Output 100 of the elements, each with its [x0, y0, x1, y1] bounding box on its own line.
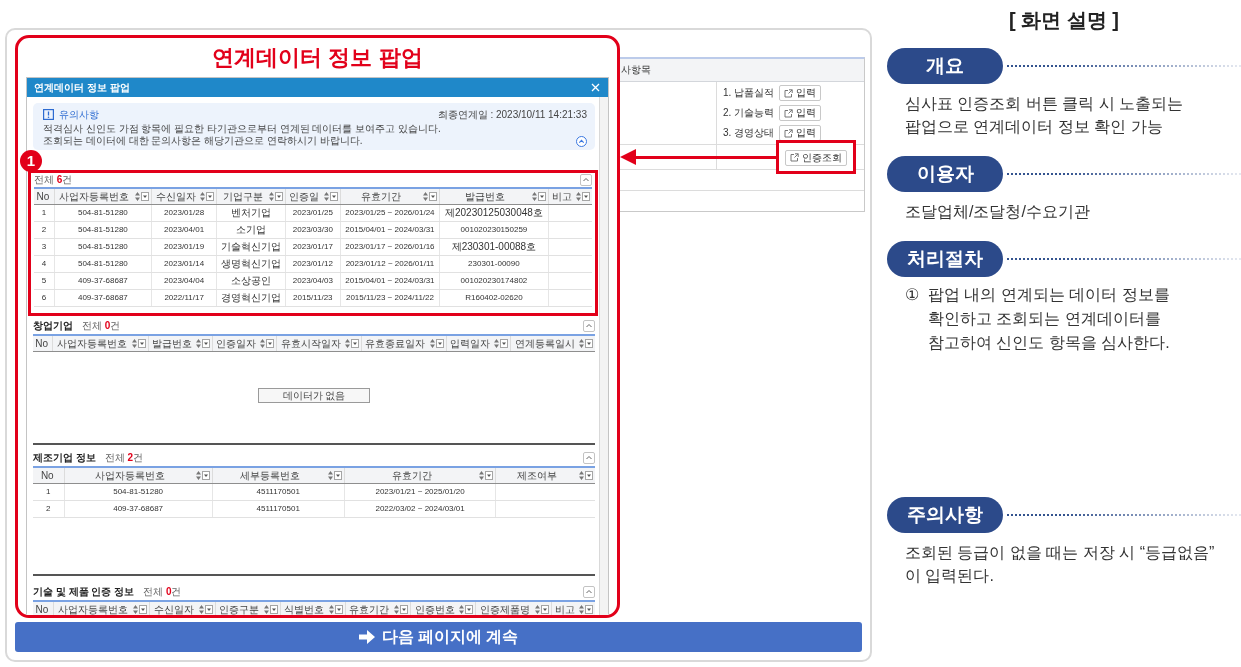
dropdown-icon[interactable]: [585, 471, 593, 480]
table-cell: 2015/11/23: [285, 289, 341, 307]
dropdown-icon[interactable]: [137, 339, 146, 348]
table-cell: 생명혁신기업: [216, 255, 286, 273]
dropdown-icon[interactable]: [201, 471, 210, 480]
sort-icon[interactable]: [576, 192, 581, 201]
dropdown-icon[interactable]: [201, 339, 210, 348]
step-text: 팝업 내의 연계되는 데이터 정보를 확인하고 조회되는 연계데이터를 참고하여 신인도 항목을 심사한다.: [928, 285, 1170, 353]
dropdown-icon[interactable]: [537, 192, 546, 201]
column-header: 인증일자: [215, 337, 257, 350]
column-header: 수신일자: [153, 603, 195, 615]
sort-icon[interactable]: [394, 605, 399, 614]
sort-icon[interactable]: [494, 339, 500, 348]
dropdown-icon[interactable]: [400, 605, 408, 614]
chevron-up-icon[interactable]: [583, 452, 595, 464]
external-link-icon: [790, 153, 799, 162]
table-cell: 1: [33, 483, 65, 501]
sort-icon[interactable]: [459, 605, 465, 614]
sort-icon[interactable]: [423, 192, 429, 201]
column-header: 유효기간: [360, 190, 403, 203]
sort-icon[interactable]: [323, 192, 329, 201]
close-icon[interactable]: [591, 83, 600, 92]
row-label: 3. 경영상태: [723, 126, 775, 140]
table-cell: 2023/04/04: [151, 272, 217, 290]
dropdown-icon[interactable]: [266, 339, 275, 348]
row-action-button[interactable]: 인증조회: [785, 149, 847, 166]
chevron-up-icon[interactable]: [583, 586, 595, 598]
sort-icon[interactable]: [579, 605, 584, 614]
sort-icon[interactable]: [429, 339, 435, 348]
dropdown-icon[interactable]: [140, 192, 149, 201]
sort-icon[interactable]: [328, 605, 334, 614]
row-action-button[interactable]: 입력: [779, 105, 822, 121]
dropdown-icon[interactable]: [429, 192, 438, 201]
sort-icon[interactable]: [345, 339, 350, 348]
table-cell: 2015/11/23 ~ 2024/11/22: [340, 289, 440, 307]
sort-icon[interactable]: [200, 192, 206, 201]
dropdown-icon[interactable]: [485, 471, 494, 480]
sort-icon[interactable]: [579, 471, 584, 480]
sort-icon[interactable]: [131, 339, 137, 348]
dropdown-icon[interactable]: [465, 605, 474, 614]
scrollbar[interactable]: [599, 97, 608, 615]
sort-icon[interactable]: [133, 605, 139, 614]
column-header: 수신일자: [154, 190, 197, 203]
table-cell: 2023/04/03: [285, 272, 341, 290]
dropdown-icon[interactable]: [351, 339, 359, 348]
sort-icon[interactable]: [327, 471, 333, 480]
dropdown-icon[interactable]: [334, 605, 343, 614]
table-cell: 2: [34, 221, 55, 239]
column-header: 제조여부: [516, 469, 559, 482]
dropdown-icon[interactable]: [274, 192, 283, 201]
chevron-up-icon[interactable]: [580, 174, 592, 186]
record-count: 전체 0건: [82, 320, 121, 332]
column-header: 유효종료일자: [364, 337, 427, 350]
table-cell: 2023/01/12: [285, 255, 341, 273]
table-cell: 2015/04/01 ~ 2024/03/31: [340, 272, 440, 290]
table-cell: 2023/01/25 ~ 2026/01/24: [340, 204, 440, 222]
table-cell: 6: [34, 289, 55, 307]
dropdown-icon[interactable]: [500, 339, 509, 348]
column-header: 비고: [553, 603, 576, 615]
column-header: 발급번호: [150, 337, 193, 350]
sort-icon[interactable]: [198, 605, 204, 614]
sort-icon[interactable]: [534, 605, 540, 614]
sort-icon[interactable]: [263, 605, 269, 614]
dropdown-icon[interactable]: [540, 605, 549, 614]
section-title: 제조기업 정보: [33, 452, 96, 464]
sort-icon[interactable]: [260, 339, 266, 348]
dropdown-icon[interactable]: [329, 192, 338, 201]
dropdown-icon[interactable]: [204, 605, 213, 614]
sort-icon[interactable]: [579, 339, 584, 348]
dropdown-icon[interactable]: [585, 605, 593, 614]
sort-icon[interactable]: [531, 192, 537, 201]
table-cell: 504-81-51280: [54, 255, 152, 273]
dropdown-icon[interactable]: [269, 605, 278, 614]
dropdown-icon[interactable]: [139, 605, 148, 614]
sort-icon[interactable]: [195, 339, 201, 348]
dropdown-icon[interactable]: [206, 192, 215, 201]
column-header: No: [36, 190, 50, 203]
row-action-button[interactable]: 입력: [779, 85, 822, 101]
dropdown-icon[interactable]: [582, 192, 590, 201]
sort-icon[interactable]: [268, 192, 274, 201]
table-cell: 벤처기업: [216, 204, 286, 222]
table-cell: 2023/01/12 ~ 2026/01/11: [340, 255, 440, 273]
notice-text: 조회되는 데이터에 대한 문의사항은 해당기관으로 연락하시기 바랍니다.: [43, 135, 363, 147]
sort-icon[interactable]: [479, 471, 485, 480]
sort-icon[interactable]: [134, 192, 140, 201]
column-header: 인증번호: [413, 603, 456, 615]
section-title: 창업기업: [33, 320, 73, 332]
column-header: 연계등록일시: [513, 337, 576, 350]
column-header: 인증구분: [218, 603, 261, 615]
dropdown-icon[interactable]: [435, 339, 444, 348]
dropdown-icon[interactable]: [333, 471, 342, 480]
table-cell: 2023/01/28: [151, 204, 217, 222]
table-cell: 4511170501: [212, 500, 345, 518]
record-count: 전체 6건: [34, 174, 73, 186]
chevron-up-icon[interactable]: [583, 320, 595, 332]
sort-icon[interactable]: [195, 471, 201, 480]
table-cell: 001020230150259: [439, 221, 549, 239]
collapse-icon[interactable]: [576, 136, 587, 147]
dropdown-icon[interactable]: [585, 339, 593, 348]
row-action-button[interactable]: 입력: [779, 125, 822, 141]
